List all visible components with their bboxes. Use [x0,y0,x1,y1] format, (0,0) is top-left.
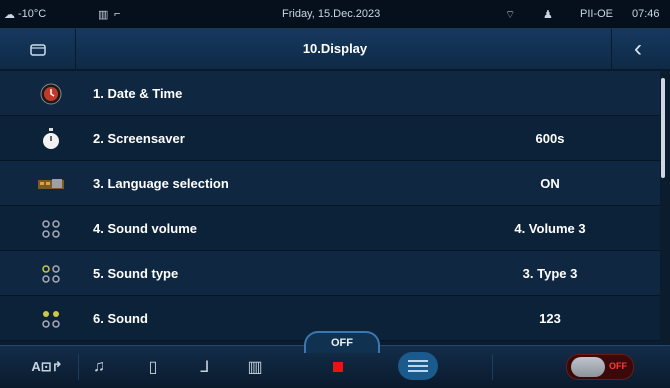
list-item-sound-volume[interactable]: 4. Sound volume 4. Volume 3 [0,206,660,251]
weather-icon: ☁ [4,9,15,21]
item-value: 3. Type 3 [522,266,578,281]
tap-button[interactable]: ⅃ [190,352,220,382]
user-icon: ♟ [543,9,553,21]
item-label: 5. Sound type [93,266,179,281]
tap-icon: ⌐ [114,8,121,20]
off-tab-label: OFF [331,337,353,349]
auto-mode-icon: A⊡↱ [31,359,63,374]
chevron-left-icon: ‹ [634,35,642,62]
toggle-label: OFF [609,361,627,371]
off-tab[interactable]: OFF [304,331,380,353]
header-bar: 10.Display ‹ [0,29,670,71]
toggle-knob[interactable] [571,357,605,377]
stop-icon[interactable] [333,362,343,372]
item-value: 123 [539,311,561,326]
speaker-dots-icon [38,218,64,240]
stopwatch-icon [38,128,64,150]
menu-button[interactable] [398,352,438,380]
menu-line [408,360,428,362]
status-date: Friday, 15.Dec.2023 [282,8,381,20]
menu-line [408,365,428,367]
speaker-dots-icon [38,308,64,330]
radiator-button[interactable]: ▥ [240,352,270,382]
clock-icon [38,83,64,105]
bell-button[interactable]: ♫ [84,352,114,382]
back-button[interactable]: ‹ [611,29,664,69]
outside-temperature: -10°C [18,8,47,20]
radiator-icon: ▥ [247,359,263,376]
keyboard-icon [38,173,64,195]
phone-button[interactable]: ▯ [138,352,168,382]
list-item-language-selection[interactable]: 3. Language selection ON [0,161,660,206]
item-label: 2. Screensaver [93,131,185,146]
item-value: 4. Volume 3 [514,221,586,236]
list-item-date-time[interactable]: 1. Date & Time [0,71,660,116]
settings-list: 1. Date & Time 2. Screensaver 600s 3. La… [0,71,660,341]
list-item-sound-type[interactable]: 5. Sound type 3. Type 3 [0,251,660,296]
page-title: 10.Display [302,41,368,56]
list-item-screensaver[interactable]: 2. Screensaver 600s [0,116,660,161]
item-value: 600s [535,131,565,146]
scrollbar[interactable] [661,78,665,178]
item-label: 1. Date & Time [93,86,183,101]
menu-line [408,370,428,372]
bell-icon: ♫ [93,358,105,375]
auto-mode-button[interactable]: A⊡↱ [22,352,72,382]
wifi-icon: ⌔ [505,9,516,21]
item-label: 3. Language selection [93,176,229,191]
toolbar-divider [492,354,493,380]
item-label: 4. Sound volume [93,221,198,236]
profile-name: PII-OE [580,8,614,20]
toolbar-divider [78,354,79,380]
power-toggle[interactable]: OFF [566,354,634,380]
tap-icon: ⅃ [200,359,210,376]
phone-icon: ▯ [148,359,158,376]
status-bar: ☁ -10°C ▥ ⌐ Friday, 15.Dec.2023 ⌔ ♟ PII-… [0,0,670,29]
item-label: 6. Sound [93,311,148,326]
speaker-dots-icon [38,263,64,285]
status-time: 07:46 [632,8,660,20]
heating-status-icon: ▥ [98,9,109,21]
item-value: ON [540,176,560,191]
